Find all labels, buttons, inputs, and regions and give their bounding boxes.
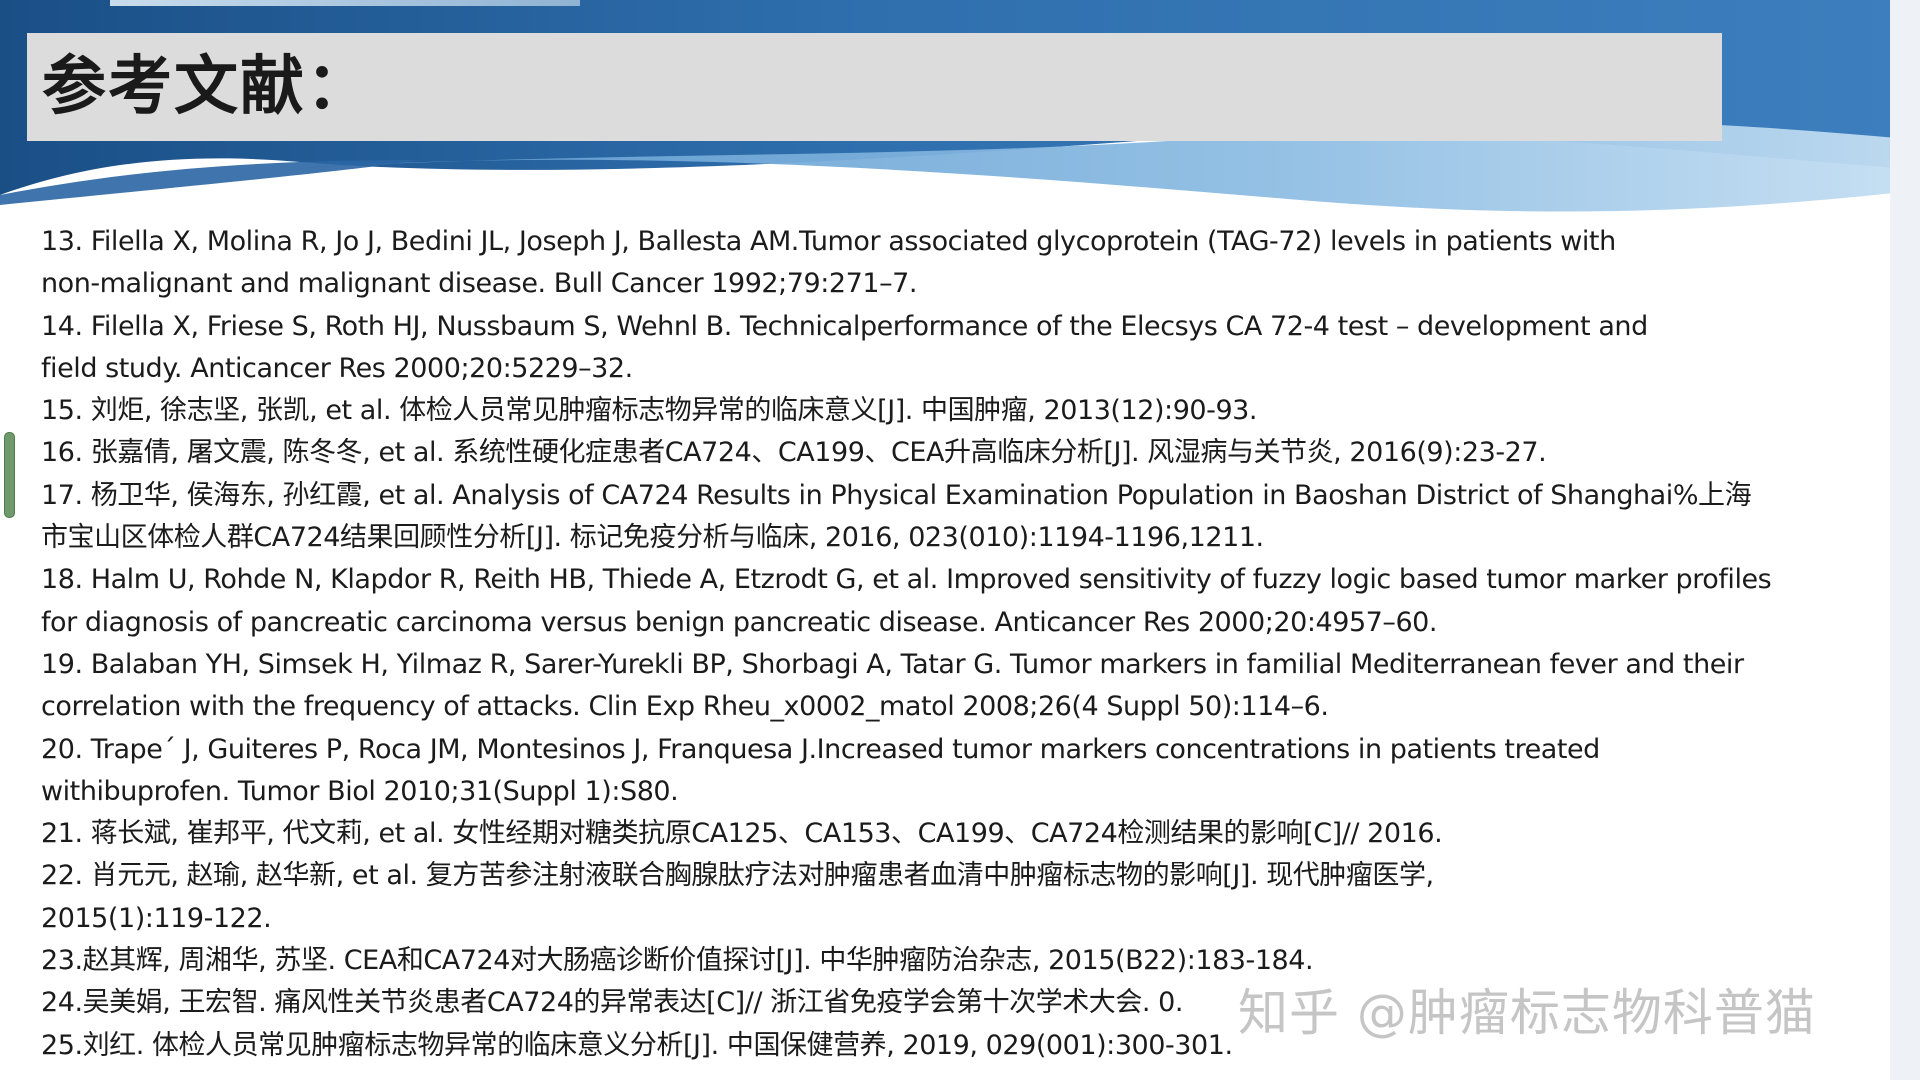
reference-item: 18. Halm U, Rohde N, Klapdor R, Reith HB… <box>41 559 1891 644</box>
right-edge-panel <box>1890 0 1920 1080</box>
scroll-handle[interactable] <box>4 432 15 518</box>
reference-line: 13. Filella X, Molina R, Jo J, Bedini JL… <box>41 226 1616 257</box>
reference-line: 25.刘红. 体检人员常见肿瘤标志物异常的临床意义分析[J]. 中国保健营养, … <box>41 1029 1233 1061</box>
reference-line: 市宝山区体检人群CA724结果回顾性分析[J]. 标记免疫分析与临床, 2016… <box>41 522 1264 554</box>
reference-line: 2015(1):119-122. <box>41 902 272 934</box>
reference-line: 19. Balaban YH, Simsek H, Yilmaz R, Sare… <box>41 648 1744 680</box>
reference-line: 20. Trape´ J, Guiteres P, Roca JM, Monte… <box>41 733 1600 765</box>
reference-line: 16. 张嘉倩, 屠文震, 陈冬冬, et al. 系统性硬化症患者CA724、… <box>41 437 1547 469</box>
reference-item: 17. 杨卫华, 侯海东, 孙红霞, et al. Analysis of CA… <box>41 475 1891 560</box>
title-box: 参考文献： <box>27 33 1722 141</box>
reference-line: 22. 肖元元, 赵瑜, 赵华新, et al. 复方苦参注射液联合胸腺肽疗法对… <box>41 860 1434 892</box>
reference-list: 13. Filella X, Molina R, Jo J, Bedini JL… <box>41 221 1891 1067</box>
reference-line: 21. 蒋长斌, 崔邦平, 代文莉, et al. 女性经期对糖类抗原CA125… <box>41 818 1443 850</box>
reference-item: 22. 肖元元, 赵瑜, 赵华新, et al. 复方苦参注射液联合胸腺肽疗法对… <box>41 855 1891 940</box>
reference-item: 13. Filella X, Molina R, Jo J, Bedini JL… <box>41 221 1891 306</box>
reference-item: 14. Filella X, Friese S, Roth HJ, Nussba… <box>41 306 1891 391</box>
reference-item: 16. 张嘉倩, 屠文震, 陈冬冬, et al. 系统性硬化症患者CA724、… <box>41 432 1891 474</box>
reference-line: 14. Filella X, Friese S, Roth HJ, Nussba… <box>41 310 1648 342</box>
reference-line: for diagnosis of pancreatic carcinoma ve… <box>41 606 1438 638</box>
reference-item: 21. 蒋长斌, 崔邦平, 代文莉, et al. 女性经期对糖类抗原CA125… <box>41 813 1891 855</box>
watermark: 知乎 @肿瘤标志物科普猫 <box>1238 984 1816 1042</box>
top-accent-strip <box>110 0 580 6</box>
reference-line: 23.赵其辉, 周湘华, 苏坚. CEA和CA724对大肠癌诊断价值探讨[J].… <box>41 945 1314 977</box>
reference-line: non-malignant and malignant disease. Bul… <box>41 268 918 300</box>
reference-line: 17. 杨卫华, 侯海东, 孙红霞, et al. Analysis of CA… <box>41 479 1752 511</box>
page-title: 参考文献： <box>42 50 372 124</box>
reference-line: withibuprofen. Tumor Biol 2010;31(Suppl … <box>41 775 679 807</box>
reference-item: 20. Trape´ J, Guiteres P, Roca JM, Monte… <box>41 729 1891 814</box>
reference-item: 19. Balaban YH, Simsek H, Yilmaz R, Sare… <box>41 644 1891 729</box>
reference-line: field study. Anticancer Res 2000;20:5229… <box>41 352 633 384</box>
reference-line: correlation with the frequency of attack… <box>41 691 1329 723</box>
reference-item: 15. 刘炬, 徐志坚, 张凯, et al. 体检人员常见肿瘤标志物异常的临床… <box>41 390 1891 432</box>
slide: 参考文献： 13. Filella X, Molina R, Jo J, Bed… <box>0 0 1920 1080</box>
reference-line: 24.吴美娟, 王宏智. 痛风性关节炎患者CA724的异常表达[C]// 浙江省… <box>41 987 1183 1019</box>
reference-line: 18. Halm U, Rohde N, Klapdor R, Reith HB… <box>41 564 1772 596</box>
reference-line: 15. 刘炬, 徐志坚, 张凯, et al. 体检人员常见肿瘤标志物异常的临床… <box>41 395 1258 427</box>
